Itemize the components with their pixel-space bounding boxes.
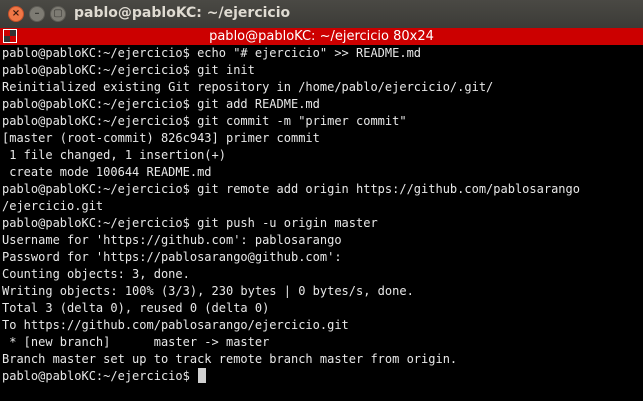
tab-bar[interactable]: pablo@pabloKC: ~/ejercicio 80x24 xyxy=(0,28,643,45)
terminal-line: pablo@pabloKC:~/ejercicio$ git push -u o… xyxy=(2,216,378,230)
terminal-line: [master (root-commit) 826c943] primer co… xyxy=(2,131,320,145)
terminal-line: Username for 'https://github.com': pablo… xyxy=(2,233,342,247)
terminal-line: Reinitialized existing Git repository in… xyxy=(2,80,494,94)
terminal-line: create mode 100644 README.md xyxy=(2,165,212,179)
terminal-line: pablo@pabloKC:~/ejercicio$ git add READM… xyxy=(2,97,320,111)
terminal-line: To https://github.com/pablosarango/ejerc… xyxy=(2,318,349,332)
close-icon: × xyxy=(11,8,21,19)
terminal-line: Password for 'https://pablosarango@githu… xyxy=(2,250,342,264)
terminal-line: 1 file changed, 1 insertion(+) xyxy=(2,148,226,162)
maximize-icon: ▢ xyxy=(53,8,63,19)
window-title: pablo@pabloKC: ~/ejercicio xyxy=(74,5,291,21)
minimize-icon: – xyxy=(34,8,40,19)
terminal-output[interactable]: pablo@pabloKC:~/ejercicio$ echo "# ejerc… xyxy=(0,45,643,401)
terminal-prompt: pablo@pabloKC:~/ejercicio$ xyxy=(2,369,198,383)
terminal-window: × – ▢ pablo@pabloKC: ~/ejercicio pablo@p… xyxy=(0,0,643,401)
terminal-line: /ejercicio.git xyxy=(2,199,104,213)
terminal-line: pablo@pabloKC:~/ejercicio$ git remote ad… xyxy=(2,182,580,196)
tab-title: pablo@pabloKC: ~/ejercicio 80x24 xyxy=(209,29,434,44)
minimize-button[interactable]: – xyxy=(29,6,45,22)
close-button[interactable]: × xyxy=(8,6,24,22)
terminal-line: * [new branch] master -> master xyxy=(2,335,270,349)
terminal-prompt-line[interactable]: pablo@pabloKC:~/ejercicio$ xyxy=(2,368,643,385)
terminal-line: Total 3 (delta 0), reused 0 (delta 0) xyxy=(2,301,270,315)
title-bar[interactable]: × – ▢ pablo@pabloKC: ~/ejercicio xyxy=(0,0,643,28)
text-cursor xyxy=(198,368,207,383)
terminal-line: Counting objects: 3, done. xyxy=(2,267,190,281)
maximize-button[interactable]: ▢ xyxy=(50,6,66,22)
terminal-line: Branch master set up to track remote bra… xyxy=(2,352,458,366)
terminal-line: pablo@pabloKC:~/ejercicio$ git commit -m… xyxy=(2,114,407,128)
terminal-line: pablo@pabloKC:~/ejercicio$ git init xyxy=(2,63,255,77)
terminal-line: pablo@pabloKC:~/ejercicio$ echo "# ejerc… xyxy=(2,46,422,60)
terminal-line: Writing objects: 100% (3/3), 230 bytes |… xyxy=(2,284,414,298)
